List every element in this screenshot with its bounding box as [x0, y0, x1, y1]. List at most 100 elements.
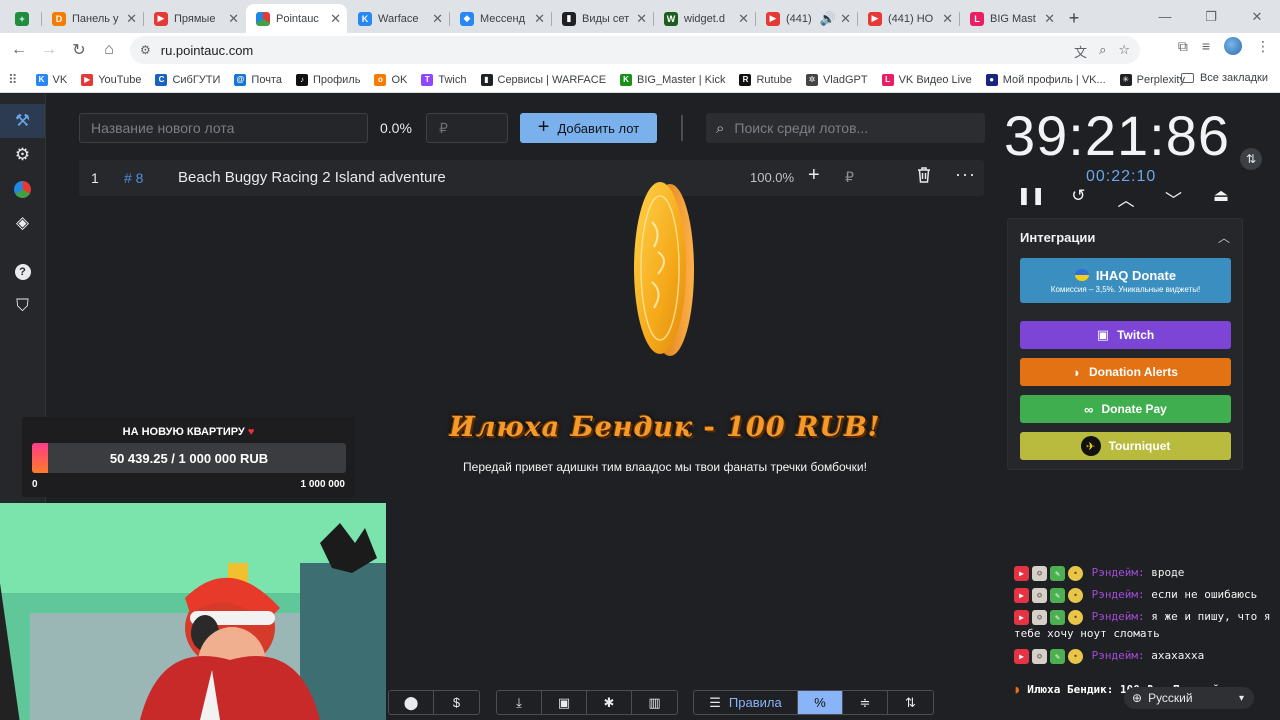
apps-icon[interactable]: ⠿ [8, 72, 18, 88]
tab-widget[interactable]: W widget.d ✕ [654, 4, 756, 33]
chevron-down-icon[interactable]: ﹀ [1159, 186, 1189, 210]
trash-icon[interactable] [917, 167, 931, 188]
tab-warface[interactable]: K Warface ✕ [348, 4, 450, 33]
shield-icon[interactable]: ⛉ [0, 289, 45, 323]
tab-youtube-441[interactable]: ▶ (441) 🔊 ✕ [756, 4, 858, 33]
lot-id[interactable]: # 8 [124, 170, 143, 186]
lot-title[interactable]: Beach Buggy Racing 2 Island adventure [178, 169, 446, 186]
address-bar[interactable]: ⚙ ru.pointauc.com 文 ⌕ ☆ [130, 36, 1140, 64]
pause-icon[interactable]: ❚❚ [1016, 186, 1046, 210]
media-icon[interactable]: ≡ [1202, 38, 1210, 54]
bookmark-ok[interactable]: o OK [374, 73, 408, 86]
back-icon[interactable]: ← [4, 35, 34, 65]
bookmark-label: OK [391, 73, 408, 86]
lot-row[interactable]: 1 # 8 Beach Buggy Racing 2 Island advent… [79, 160, 984, 196]
github-icon[interactable]: ⬤ [389, 691, 434, 714]
more-icon[interactable]: ··· [955, 164, 976, 185]
new-tab-button[interactable]: + [1061, 4, 1087, 33]
bookmark-star-icon[interactable]: ☆ [1118, 42, 1130, 61]
tab-title: Мессенд [480, 12, 526, 25]
bookmark-warface[interactable]: ▮ Сервисы | WARFACE [480, 73, 606, 86]
settings-gear-icon[interactable]: ⚙ [0, 138, 45, 172]
search-input[interactable] [734, 120, 965, 136]
close-icon[interactable]: ✕ [840, 11, 851, 27]
twitch-button[interactable]: ▣ Twitch [1020, 321, 1231, 349]
layers-icon[interactable]: ◈ [0, 206, 45, 240]
percent-toggle[interactable]: % [798, 691, 843, 714]
bookmark-perplexity[interactable]: ✳ Perplexity [1119, 73, 1185, 86]
compress-icon[interactable]: ≑ [843, 691, 888, 714]
close-icon[interactable]: ✕ [228, 11, 239, 27]
all-bookmarks-button[interactable]: Все закладки [1180, 72, 1268, 84]
maximize-icon[interactable]: ❐ [1188, 0, 1234, 33]
site-info-icon[interactable]: ⚙ [140, 43, 151, 57]
donate-pay-button[interactable]: ∞ Donate Pay [1020, 395, 1231, 423]
bookmark-vk-video-live[interactable]: L VK Видео Live [881, 73, 972, 86]
eject-icon[interactable]: ⏏ [1206, 186, 1236, 210]
translate-icon[interactable]: 文 [1074, 42, 1087, 61]
bookmark-rutube[interactable]: R Rutube [739, 73, 792, 86]
bookmark-mail[interactable]: @ Почта [234, 73, 282, 86]
close-icon[interactable]: ✕ [534, 11, 545, 27]
bookmark-sibguti[interactable]: С СибГУТИ [155, 73, 220, 86]
tab-big-master[interactable]: L BIG Mast ✕ [960, 4, 1061, 33]
close-icon[interactable]: ✕ [330, 11, 341, 27]
clear-list-icon[interactable]: ▥ [632, 691, 677, 714]
bug-icon[interactable]: ✱ [587, 691, 632, 714]
close-icon[interactable]: ✕ [942, 11, 953, 27]
bookmark-vk[interactable]: K VK [35, 73, 67, 86]
reload-icon[interactable]: ↻ [64, 35, 94, 65]
sort-icon[interactable]: ⇅ [888, 691, 933, 714]
tab-pointauc[interactable]: Pointauc ✕ [246, 4, 347, 33]
bookmark-profile[interactable]: ♪ Профиль [295, 73, 360, 86]
donate-dollar-icon[interactable]: $ [434, 691, 479, 714]
donation-alerts-button[interactable]: ◗ Donation Alerts [1020, 358, 1231, 386]
rules-button[interactable]: ☰ Правила [694, 691, 798, 714]
lot-amount-input[interactable] [426, 113, 508, 143]
close-window-icon[interactable]: ✕ [1234, 0, 1280, 33]
wheel-icon[interactable] [0, 172, 45, 206]
tab-network-types[interactable]: ▮ Виды сет ✕ [552, 4, 654, 33]
tab-messenger[interactable]: ◆ Мессенд ✕ [450, 4, 552, 33]
close-icon[interactable]: ✕ [738, 11, 749, 27]
add-lot-button[interactable]: + Добавить лот [520, 113, 657, 143]
chevron-up-icon[interactable]: ︿ [1111, 186, 1141, 210]
chevron-up-icon[interactable]: ︿ [1218, 229, 1230, 246]
lot-currency[interactable]: ₽ [845, 169, 854, 186]
ihaq-donate-button[interactable]: IHAQ Donate Комиссия – 3,5%. Уникальные … [1020, 258, 1231, 303]
bookmark-my-profile[interactable]: ● Мой профиль | VK... [985, 73, 1106, 86]
download-icon[interactable]: ⤓ [497, 691, 542, 714]
bookmark-youtube[interactable]: ▶ YouTube [81, 73, 141, 86]
tab-donationalerts[interactable]: D Панель у ✕ [42, 4, 144, 33]
tab-title: Виды сет [582, 12, 630, 25]
profile-avatar[interactable] [1224, 37, 1242, 55]
tab-sheets[interactable]: + [1, 4, 42, 33]
close-icon[interactable]: ✕ [432, 11, 443, 27]
save-icon[interactable]: ▣ [542, 691, 587, 714]
minimize-icon[interactable]: — [1142, 0, 1188, 33]
new-lot-name-input[interactable] [79, 113, 368, 143]
speaker-icon[interactable]: 🔊 [820, 11, 836, 27]
bookmark-vladgpt[interactable]: ✲ VladGPT [805, 73, 868, 86]
bookmark-twitch[interactable]: T Twich [421, 73, 467, 86]
reset-icon[interactable]: ↺ [1064, 186, 1094, 210]
close-icon[interactable]: ✕ [1044, 11, 1055, 27]
tab-youtube-441-ho[interactable]: ▶ (441) HO ✕ [858, 4, 960, 33]
forward-icon[interactable]: → [34, 35, 64, 65]
bookmark-kick[interactable]: K BIG_Master | Kick [620, 73, 725, 86]
zoom-icon[interactable]: ⌕ [1099, 42, 1106, 61]
tourniquet-button[interactable]: ✈ Tourniquet [1020, 432, 1231, 460]
add-amount-icon[interactable]: + [808, 164, 820, 187]
goal-title: НА НОВУЮ КВАРТИРУ [122, 426, 245, 438]
extensions-icon[interactable]: ⧉ [1178, 38, 1188, 55]
home-icon[interactable]: ⌂ [94, 35, 124, 65]
tab-youtube-live[interactable]: ▶ Прямые ✕ [144, 4, 245, 33]
close-icon[interactable]: ✕ [126, 11, 137, 27]
language-selector[interactable]: ⊕ Русский ▾ [1124, 687, 1254, 709]
close-icon[interactable]: ✕ [636, 11, 647, 27]
lot-search[interactable]: ⌕ [706, 113, 985, 143]
menu-icon[interactable]: ⋮ [1256, 38, 1270, 55]
swap-icon[interactable]: ⇅ [1240, 148, 1262, 170]
help-icon[interactable]: ? [0, 255, 45, 289]
auction-gavel-icon[interactable]: ⚒ [0, 104, 45, 138]
